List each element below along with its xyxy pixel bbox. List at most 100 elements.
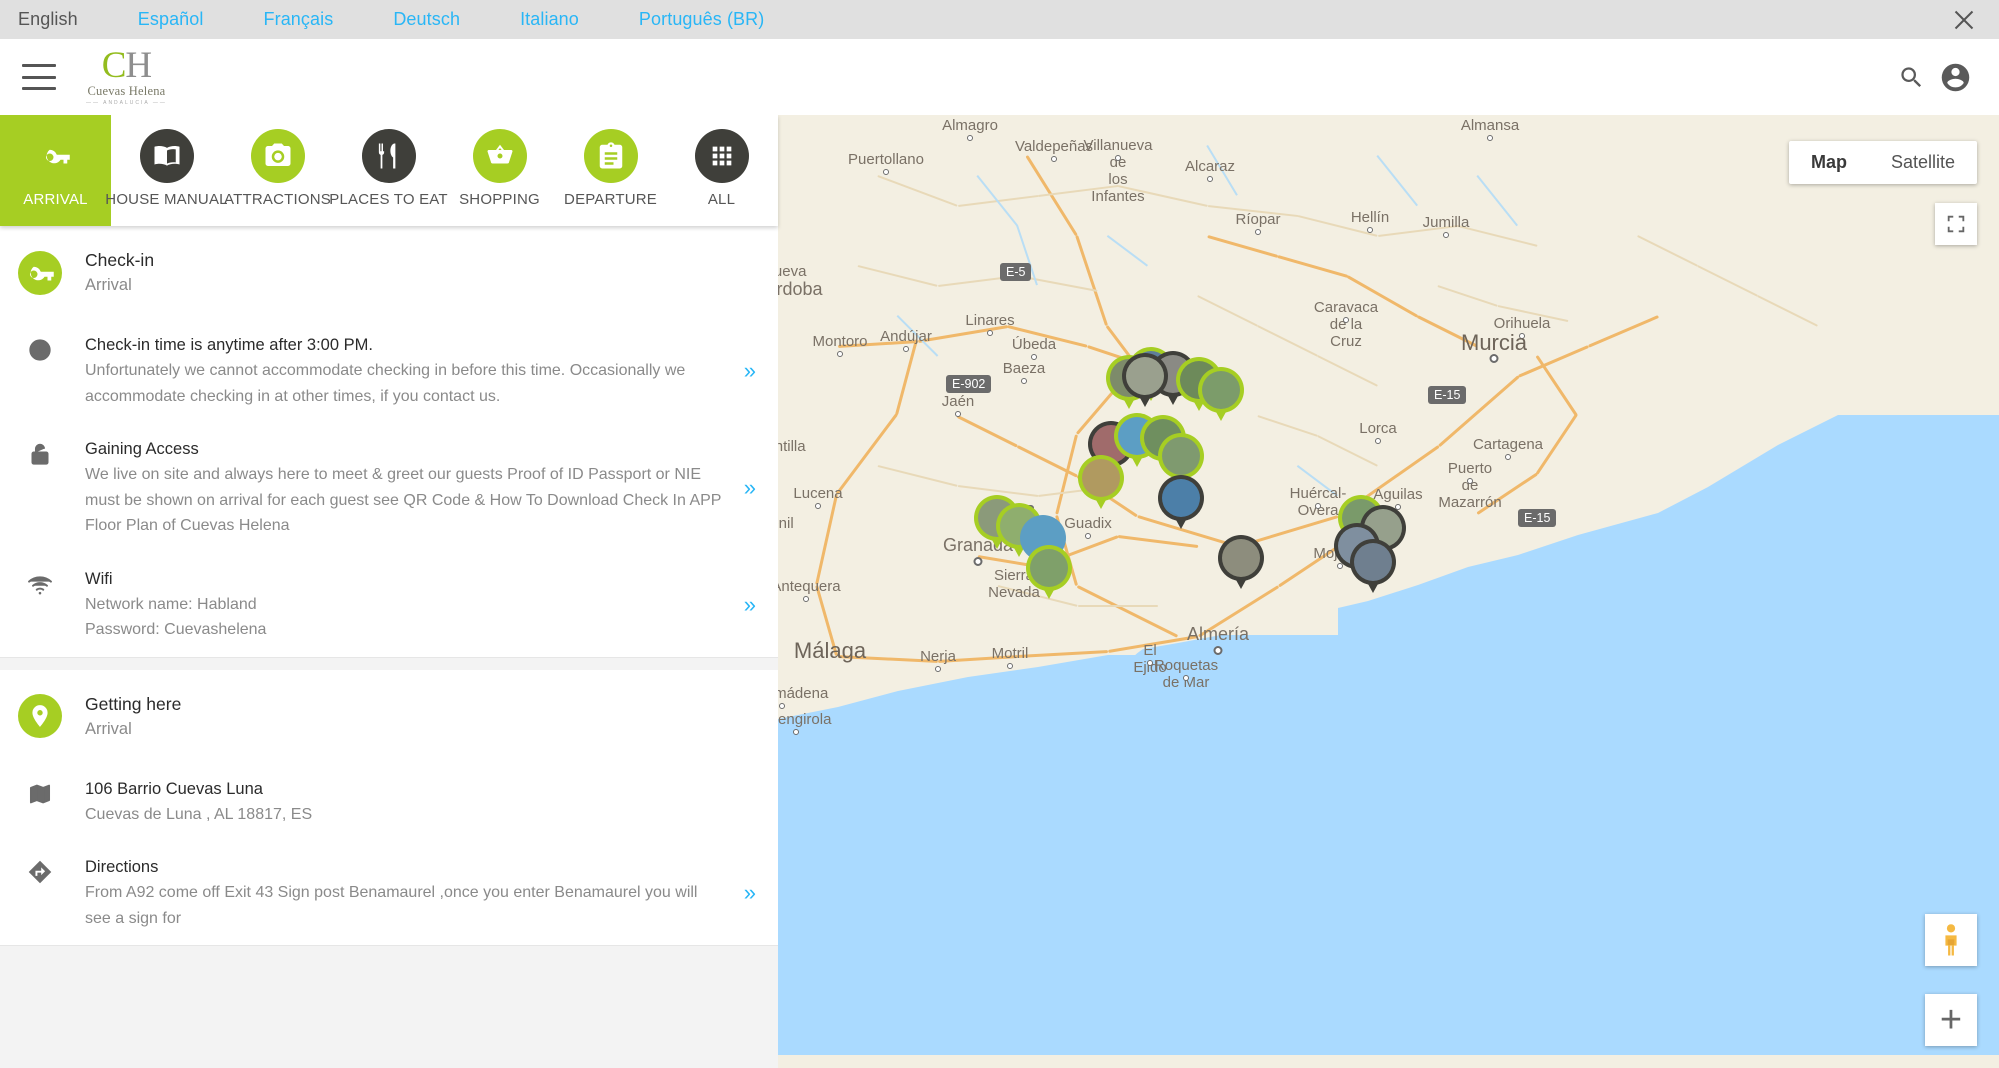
map-town-dot	[974, 557, 983, 566]
map-marker[interactable]	[1158, 475, 1204, 533]
row-expand-chevron[interactable]: »	[744, 360, 756, 382]
language-option-espa-ol[interactable]: Español	[138, 9, 204, 30]
zoom-in-label: +	[1940, 1001, 1962, 1039]
map-town-name: Almansa	[1461, 117, 1519, 134]
brand-logo[interactable]: CH Cuevas Helena —— ANDALUCIA ——	[86, 49, 167, 106]
clipboard-icon	[584, 129, 638, 183]
map-town-name: ontilla	[778, 438, 806, 455]
hamburger-menu-icon[interactable]	[22, 64, 56, 90]
map-type-switcher[interactable]: MapSatellite	[1789, 141, 1977, 184]
map-marker[interactable]	[1350, 539, 1396, 597]
content-card: Getting hereArrival 106 Barrio Cuevas Lun…	[0, 670, 778, 947]
content-row-description: From A92 come off Exit 43 Sign post Bena…	[85, 880, 722, 931]
language-option-english[interactable]: English	[18, 9, 78, 30]
content-row[interactable]: Check-in time is anytime after 3:00 PM.U…	[0, 319, 778, 423]
content-card: Check-inArrivalCheck-in time is anytime …	[0, 226, 778, 658]
brand-initial-c: C	[102, 45, 126, 86]
map-town-dot	[1343, 317, 1349, 323]
language-option-italiano[interactable]: Italiano	[520, 9, 579, 30]
map-town-dot	[803, 596, 809, 602]
content-row-description: Cuevas de Luna , AL 18817, ES	[85, 802, 722, 828]
row-expand-chevron[interactable]: »	[744, 882, 756, 904]
search-icon[interactable]	[1889, 55, 1933, 99]
content-list[interactable]: Check-inArrivalCheck-in time is anytime …	[0, 226, 778, 1068]
content-row-title: 106 Barrio Cuevas Luna	[85, 777, 722, 802]
map-town-dot	[967, 135, 973, 141]
category-tab-places-to-eat[interactable]: PLACES TO EAT	[333, 115, 444, 226]
content-row-title: Check-in time is anytime after 3:00 PM.	[85, 333, 722, 358]
fullscreen-icon[interactable]	[1935, 203, 1977, 245]
card-subtitle: Arrival	[85, 273, 154, 297]
map-town-dot	[955, 411, 961, 417]
map-town-dot	[1487, 135, 1493, 141]
map-town-name: Andújar	[880, 328, 932, 345]
brand-initials: CH	[102, 49, 151, 83]
account-circle-icon[interactable]	[1933, 55, 1977, 99]
map-town-name: Villanueva de los Infantes	[1084, 137, 1153, 205]
map-marker-photo	[1162, 479, 1200, 517]
category-tab-house-manual[interactable]: HOUSE MANUAL	[111, 115, 222, 226]
map-marker-photo	[1030, 549, 1068, 587]
brand-initial-h: H	[125, 45, 151, 86]
map-town-dot	[1147, 660, 1153, 666]
language-option-deutsch[interactable]: Deutsch	[393, 9, 460, 30]
row-expand-chevron[interactable]: »	[744, 477, 756, 499]
category-tab-label: SHOPPING	[459, 191, 540, 208]
content-row-description: Unfortunately we cannot accommodate chec…	[85, 358, 722, 409]
map-town-name: Caravaca de la Cruz	[1314, 299, 1378, 350]
card-title: Getting here	[85, 692, 181, 717]
map-town-dot	[987, 330, 993, 336]
map-marker[interactable]	[1026, 545, 1072, 603]
language-option-portugu-s-br[interactable]: Português (BR)	[639, 9, 764, 30]
map-town-name: Lucena	[793, 485, 842, 502]
content-row-body: 106 Barrio Cuevas LunaCuevas de Luna , A…	[85, 777, 778, 828]
category-tab-departure[interactable]: DEPARTURE	[555, 115, 666, 226]
map-marker[interactable]	[1198, 367, 1244, 425]
close-icon[interactable]	[1951, 7, 1977, 33]
category-tab-label: ALL	[708, 191, 735, 208]
content-row[interactable]: Gaining AccessWe live on site and always…	[0, 423, 778, 553]
map-marker[interactable]	[1078, 455, 1124, 513]
map-town-name: Puertollano	[848, 151, 924, 168]
language-option-fran-ais[interactable]: Français	[264, 9, 334, 30]
zoom-in-button[interactable]: +	[1925, 994, 1977, 1046]
map-town-dot	[1007, 663, 1013, 669]
card-header[interactable]: Check-inArrival	[0, 226, 778, 319]
row-expand-chevron[interactable]: »	[744, 594, 756, 616]
map-town-dot	[1375, 438, 1381, 444]
place-pin-icon	[18, 694, 62, 738]
street-view-pegman-icon[interactable]	[1925, 914, 1977, 966]
content-row-title: Wifi	[85, 567, 722, 592]
content-row[interactable]: WifiNetwork name: Habland Password: Cuev…	[0, 553, 778, 657]
map-town-name: Antequera	[778, 578, 841, 595]
map-town-dot	[793, 729, 799, 735]
map-type-satellite[interactable]: Satellite	[1869, 141, 1977, 184]
clock-icon	[18, 333, 62, 363]
category-tab-attractions[interactable]: ATTRACTIONS	[222, 115, 333, 226]
brand-name: Cuevas Helena	[87, 84, 165, 99]
map-canvas[interactable]: E-5E-902E-15E-15A-92A-7 AlmagroAlmansaPu…	[778, 115, 1999, 1068]
content-row-title: Gaining Access	[85, 437, 722, 462]
map-town-name: Valdepeñas	[1015, 138, 1093, 155]
content-row[interactable]: 106 Barrio Cuevas LunaCuevas de Luna , A…	[0, 763, 778, 842]
main-content: ARRIVALHOUSE MANUALATTRACTIONSPLACES TO …	[0, 115, 1999, 1068]
map-town-dot	[837, 351, 843, 357]
map-marker[interactable]	[1218, 535, 1264, 593]
map-town-dot	[815, 503, 821, 509]
map-town-name: Nerja	[920, 648, 956, 665]
card-header[interactable]: Getting hereArrival	[0, 670, 778, 763]
map-marker[interactable]	[1122, 353, 1168, 411]
map-town-name: Linares	[965, 312, 1014, 329]
apps-grid-icon	[695, 129, 749, 183]
wifi-icon	[18, 567, 62, 599]
card-subtitle: Arrival	[85, 717, 181, 741]
map-marker-photo	[1222, 539, 1260, 577]
map-pane[interactable]: E-5E-902E-15E-15A-92A-7 AlmagroAlmansaPu…	[778, 115, 1999, 1068]
category-tab-arrival[interactable]: ARRIVAL	[0, 115, 111, 226]
map-type-map[interactable]: Map	[1789, 141, 1869, 184]
category-tab-all[interactable]: ALL	[666, 115, 777, 226]
category-tab-shopping[interactable]: SHOPPING	[444, 115, 555, 226]
content-row[interactable]: DirectionsFrom A92 come off Exit 43 Sign…	[0, 841, 778, 945]
map-town-name: Jaén	[942, 393, 975, 410]
map-town-name: Lorca	[1359, 420, 1397, 437]
